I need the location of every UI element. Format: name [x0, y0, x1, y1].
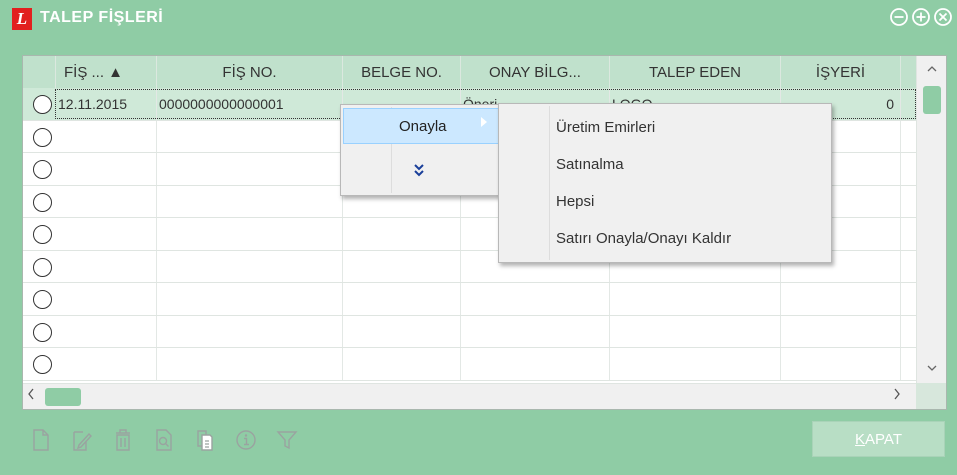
submenu-separator: [549, 106, 550, 260]
logo-icon: L: [12, 8, 32, 30]
submenu-item-satiri-onayla[interactable]: Satırı Onayla/Onayı Kaldır: [556, 230, 731, 247]
cell-fis-no: [157, 153, 343, 185]
title-bar: L TALEP FİŞLERİ: [0, 0, 957, 38]
scroll-up-icon[interactable]: [917, 62, 947, 76]
column-header-talep-eden[interactable]: TALEP EDEN: [610, 56, 781, 88]
maximize-circle-icon[interactable]: [911, 6, 931, 28]
cell-fis-tarihi: [56, 348, 157, 380]
cell-talep-eden: [610, 348, 781, 380]
window-title: TALEP FİŞLERİ: [40, 9, 164, 26]
cell-belge-no: [343, 283, 461, 315]
cell-belge-no: [343, 250, 461, 282]
bottom-toolbar: [24, 425, 311, 455]
vertical-scroll-thumb[interactable]: [923, 86, 941, 114]
header-selector: [23, 56, 56, 88]
table-row[interactable]: [23, 315, 916, 348]
table-row[interactable]: [23, 283, 916, 316]
cell-belge-no: [343, 348, 461, 380]
cell-fis-no: [157, 185, 343, 217]
cell-talep-eden: [610, 315, 781, 347]
column-header-fis-tarihi[interactable]: FİŞ ... ▲: [56, 56, 157, 88]
submenu-item-uretim-emirleri[interactable]: Üretim Emirleri: [556, 119, 655, 136]
cell-fis-tarihi: [56, 185, 157, 217]
talep-fisleri-window: L TALEP FİŞLERİ FİŞ ... ▲ FİŞ NO. BELGE …: [0, 0, 957, 475]
column-header-onay-bilgisi[interactable]: ONAY BİLG...: [461, 56, 610, 88]
horizontal-scrollbar[interactable]: [23, 383, 916, 409]
row-radio-button[interactable]: [33, 192, 52, 212]
filter-icon[interactable]: [270, 425, 303, 455]
new-document-icon[interactable]: [24, 425, 57, 455]
cell-isyeri: [781, 315, 901, 347]
info-icon[interactable]: [229, 425, 262, 455]
submenu-item-hepsi[interactable]: Hepsi: [556, 193, 594, 210]
cell-fis-tarihi: [56, 250, 157, 282]
cell-fis-tarihi: [56, 283, 157, 315]
column-header-isyeri[interactable]: İŞYERİ: [781, 56, 901, 88]
horizontal-scroll-thumb[interactable]: [45, 388, 81, 406]
row-radio-button[interactable]: [33, 322, 52, 342]
preview-icon[interactable]: [147, 425, 180, 455]
grid-header: FİŞ ... ▲ FİŞ NO. BELGE NO. ONAY BİLG...…: [23, 56, 916, 88]
cell-isyeri: [781, 348, 901, 380]
cell-isyeri: [781, 283, 901, 315]
row-radio-button[interactable]: [33, 257, 52, 277]
submenu-item-satinalma[interactable]: Satınalma: [556, 156, 624, 173]
vertical-scrollbar[interactable]: [916, 56, 946, 383]
cell-fis-tarihi: [56, 315, 157, 347]
close-button-label: APAT: [865, 430, 902, 448]
row-radio-button[interactable]: [33, 160, 52, 179]
submenu: Üretim Emirleri Satınalma Hepsi Satırı O…: [498, 103, 832, 263]
cell-fis-tarihi: [56, 120, 157, 152]
row-radio-button[interactable]: [33, 355, 52, 374]
column-header-belge-no[interactable]: BELGE NO.: [343, 56, 461, 88]
minimize-circle-icon[interactable]: [889, 6, 909, 28]
close-button-accelerator: K: [855, 430, 866, 448]
scrollbar-corner: [916, 383, 946, 409]
cell-fis-no: [157, 283, 343, 315]
scroll-down-icon[interactable]: [917, 361, 947, 375]
submenu-arrow-icon: [481, 117, 487, 130]
header-filler: [901, 56, 916, 88]
row-radio-button[interactable]: [33, 225, 52, 244]
close-button[interactable]: K APAT: [812, 421, 945, 457]
cell-fis-tarihi: [56, 153, 157, 185]
table-row[interactable]: [23, 348, 916, 381]
row-radio-button[interactable]: [33, 95, 52, 114]
cell-fis-no: [157, 315, 343, 347]
cell-fis-no: [157, 348, 343, 380]
cell-fis-tarihi: [56, 218, 157, 250]
cell-talep-eden: [610, 283, 781, 315]
column-header-fis-no[interactable]: FİŞ NO.: [157, 56, 343, 88]
window-controls: [889, 6, 953, 28]
scroll-right-icon[interactable]: [893, 387, 901, 404]
cell-belge-no: [343, 315, 461, 347]
double-chevron-down-icon[interactable]: [413, 163, 425, 182]
edit-document-icon[interactable]: [65, 425, 98, 455]
copy-icon[interactable]: [188, 425, 221, 455]
cell-onay-bilgisi: [461, 348, 610, 380]
cell-fis-no: [157, 120, 343, 152]
cell-belge-no: [343, 218, 461, 250]
context-menu: Onayla: [340, 104, 502, 196]
menu-item-onayla-label: Onayla: [399, 118, 447, 135]
cell-onay-bilgisi: [461, 315, 610, 347]
row-radio-button[interactable]: [33, 127, 52, 147]
cell-onay-bilgisi: [461, 283, 610, 315]
row-radio-button[interactable]: [33, 290, 52, 309]
close-circle-icon[interactable]: [933, 6, 953, 28]
cell-fis-no: [157, 250, 343, 282]
scroll-left-icon[interactable]: [27, 387, 35, 404]
delete-icon[interactable]: [106, 425, 139, 455]
cell-fis-no: [157, 218, 343, 250]
